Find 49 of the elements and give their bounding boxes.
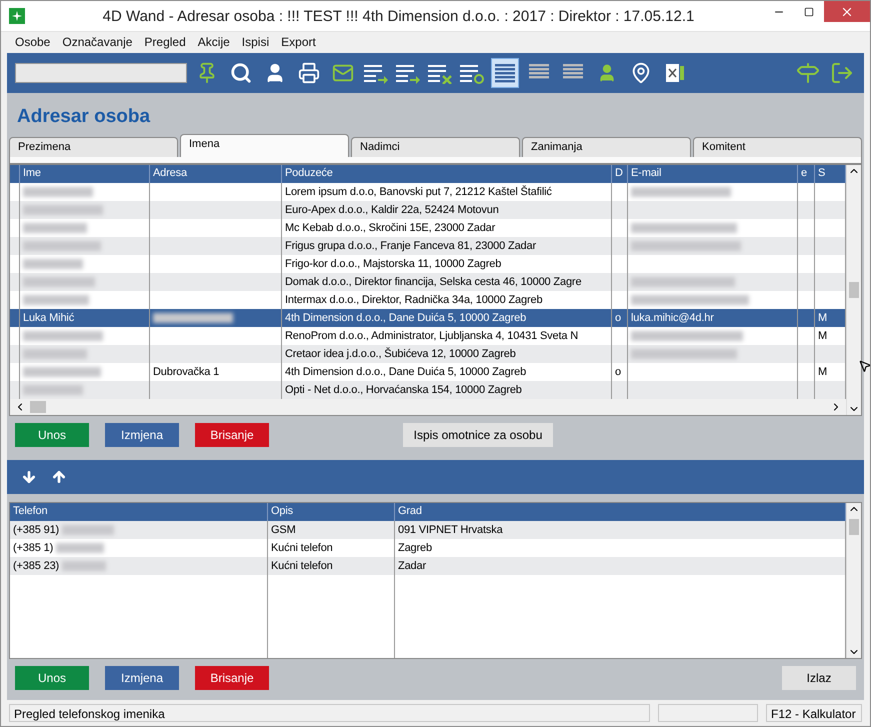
search-field[interactable] [15,63,187,83]
window-title: 4D Wand - Adresar osoba : !!! TEST !!! 4th Dimension d.o.o. : 2017 : Direktor : 17.05.12.1 [102,8,696,24]
lines-icon [494,63,516,83]
move-up-icon[interactable] [51,469,67,485]
add-button[interactable]: Unos [15,423,89,447]
table-row[interactable]: (+385 91) GSM 091 VIPNET Hrvatska [10,521,846,539]
move-down-icon[interactable] [21,469,37,485]
edit-button[interactable]: Izmjena [105,423,179,447]
tab[interactable]: Prezimena [9,137,178,157]
close-button[interactable] [824,1,870,22]
edit-button[interactable]: Izmjena [105,666,179,690]
table-row[interactable]: Luka Mihić 4th Dimension d.o.o., Dane Duića 5, 10000 Zagreb o luka.mihic@4d.hr M [10,309,846,327]
table-row[interactable]: Frigus grupa d.o.o., Franje Fanceva 81, 23000 Zadar [10,237,846,255]
table-row[interactable]: Euro-Apex d.o.o., Kaldir 22a, 52424 Motovun [10,201,846,219]
table-row[interactable]: (+385 23) Kućni telefon Zadar [10,557,846,575]
pointer-icon [858,359,870,373]
tab[interactable]: Komitent [693,137,862,157]
list-arrow-icon[interactable] [363,62,389,84]
app-icon [9,8,25,24]
status-message: Pregled telefonskog imenika [9,704,650,722]
delete-button[interactable]: Brisanje [195,666,269,690]
page-heading: Adresar osoba [16,105,152,129]
menu-item[interactable]: Označavanje [56,34,138,48]
delete-button[interactable]: Brisanje [195,423,269,447]
table-row[interactable]: Domak d.o.o., Direktor financija, Selska cesta 46, 10000 Zagre [10,273,846,291]
table-cell: Kućni telefon [268,557,395,575]
table-row[interactable]: Cretaor idea j.d.o.o., Šubićeva 12, 10000 Zagreb [10,345,846,363]
status-shortcut: F12 - Kalkulator [766,704,862,722]
print-envelope-button[interactable]: Ispis omotnice za osobu [403,423,553,447]
list-delete-icon[interactable] [427,62,453,84]
list-refresh-icon[interactable] [459,62,485,84]
menu-item[interactable]: Akcije [192,34,236,48]
scrollbar-thumb[interactable] [849,282,859,298]
menu-item[interactable]: Ispisi [236,34,276,48]
tab[interactable]: Imena [180,134,349,157]
maximize-icon [804,6,814,16]
menu-item[interactable]: Osobe [9,34,56,48]
scrollbar-thumb[interactable] [849,519,859,535]
list-arrow-icon[interactable] [395,62,421,84]
table-row[interactable]: Opti - Net d.o.o., Horvaćanska 154, 10000 Zagreb [10,381,846,399]
menu-item[interactable]: Export [275,34,322,48]
tab[interactable]: Zanimanja [522,137,691,157]
table-cell: (+385 23) [10,557,268,575]
add-button[interactable]: Unos [15,666,89,690]
list-view-button[interactable] [491,58,519,88]
menu-item[interactable]: Pregled [138,34,192,48]
tab[interactable]: Nadimci [351,137,520,157]
exit-button[interactable]: Izlaz [782,666,856,690]
scrollbar-thumb[interactable] [30,401,46,413]
